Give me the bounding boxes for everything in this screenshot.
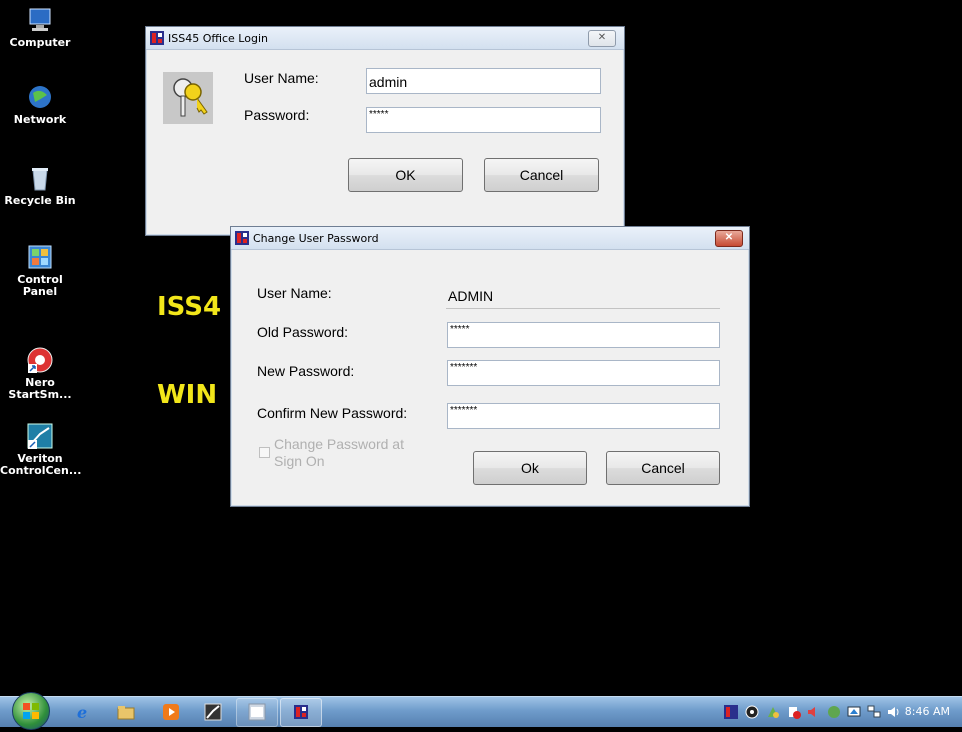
cp-username-field: ADMIN xyxy=(446,284,720,309)
veriton-control-center-icon xyxy=(26,410,54,449)
change-password-close-button[interactable]: ✕ xyxy=(715,230,743,247)
computer-icon xyxy=(26,6,54,34)
action-center-tray-icon[interactable] xyxy=(787,705,801,719)
network-tray-icon[interactable] xyxy=(827,705,841,719)
iss45-app-icon xyxy=(294,705,308,719)
cp-new-password-label: New Password: xyxy=(257,363,355,379)
desktop-icon-veriton[interactable]: Veriton ControlCen... xyxy=(0,398,82,489)
change-password-on-signon-checkbox[interactable] xyxy=(259,447,270,458)
volume-icon[interactable] xyxy=(887,705,901,719)
cp-old-password-label: Old Password: xyxy=(257,324,349,340)
start-button[interactable] xyxy=(12,692,50,730)
cp-confirm-password-label: Confirm New Password: xyxy=(257,405,408,421)
network-connection-tray-icon[interactable] xyxy=(867,705,881,719)
cp-username-label: User Name: xyxy=(257,285,332,301)
keys-icon xyxy=(163,72,213,124)
update-tray-icon[interactable] xyxy=(766,705,780,719)
wallpaper-text-iss45: ISS4 xyxy=(157,292,222,322)
desktop-icon-recycle-bin[interactable]: Recycle Bin xyxy=(0,164,80,207)
veriton-taskbar-icon[interactable] xyxy=(204,703,222,721)
taskbar-window-button[interactable] xyxy=(236,698,278,727)
iss45-tray-icon[interactable] xyxy=(724,705,738,719)
change-password-titlebar[interactable]: Change User Password ✕ xyxy=(231,227,749,250)
iss45-app-icon xyxy=(150,31,164,45)
login-password-label: Password: xyxy=(244,107,310,123)
cp-ok-button[interactable]: Ok xyxy=(473,451,587,485)
svg-text:e: e xyxy=(77,703,87,721)
login-password-input[interactable]: ***** xyxy=(366,107,601,133)
login-close-button[interactable]: ✕ xyxy=(588,30,616,47)
close-icon: ✕ xyxy=(597,32,607,43)
login-ok-button[interactable]: OK xyxy=(348,158,463,192)
network-icon xyxy=(26,83,54,111)
media-player-icon[interactable] xyxy=(162,703,180,721)
wallpaper-text-win: WIN xyxy=(157,380,218,410)
nero-icon xyxy=(26,334,54,373)
cp-old-password-input[interactable]: ***** xyxy=(447,322,720,348)
login-cancel-button[interactable]: Cancel xyxy=(484,158,599,192)
eye-tray-icon[interactable] xyxy=(745,705,759,719)
cp-change-on-signon-label: Change Password at xyxy=(274,436,404,452)
iss45-app-icon xyxy=(235,231,249,245)
recycle-bin-icon xyxy=(26,164,54,192)
desktop-icon-label: Veriton ControlCen... xyxy=(0,452,82,477)
login-title: ISS45 Office Login xyxy=(168,32,268,45)
login-titlebar[interactable]: ISS45 Office Login ✕ xyxy=(146,27,624,50)
taskbar-iss45-button[interactable] xyxy=(280,698,322,727)
desktop-icon-computer[interactable]: Computer xyxy=(0,6,80,49)
window-icon xyxy=(248,703,266,721)
login-username-input[interactable]: admin xyxy=(366,68,601,94)
login-window: ISS45 Office Login ✕ User Name: admin Pa… xyxy=(145,26,625,236)
windows-logo-icon xyxy=(23,703,39,719)
internet-explorer-icon[interactable]: e xyxy=(75,703,93,722)
display-tray-icon[interactable] xyxy=(847,705,861,719)
desktop-icon-control-panel[interactable]: Control Panel xyxy=(0,243,80,298)
close-icon: ✕ xyxy=(724,232,734,243)
cp-confirm-password-input[interactable]: ******* xyxy=(447,403,720,429)
desktop-icon-network[interactable]: Network xyxy=(0,83,80,126)
cp-new-password-input[interactable]: ******* xyxy=(447,360,720,386)
taskbar: e 8:46 AM xyxy=(0,692,962,730)
control-panel-icon xyxy=(26,243,54,271)
file-explorer-icon[interactable] xyxy=(117,703,135,721)
login-username-label: User Name: xyxy=(244,70,319,86)
cp-change-on-signon-label-2: Sign On xyxy=(274,453,325,469)
change-password-window: Change User Password ✕ User Name: ADMIN … xyxy=(230,226,750,507)
desktop-icon-label: Network xyxy=(13,113,67,126)
speaker-alt-tray-icon[interactable] xyxy=(806,705,820,719)
desktop-icon-label: Control Panel xyxy=(17,273,63,298)
clock[interactable]: 8:46 AM xyxy=(905,705,950,718)
change-password-title: Change User Password xyxy=(253,232,379,245)
cp-cancel-button[interactable]: Cancel xyxy=(606,451,720,485)
desktop-icon-label: Recycle Bin xyxy=(4,194,76,207)
desktop-icon-label: Computer xyxy=(9,36,71,49)
